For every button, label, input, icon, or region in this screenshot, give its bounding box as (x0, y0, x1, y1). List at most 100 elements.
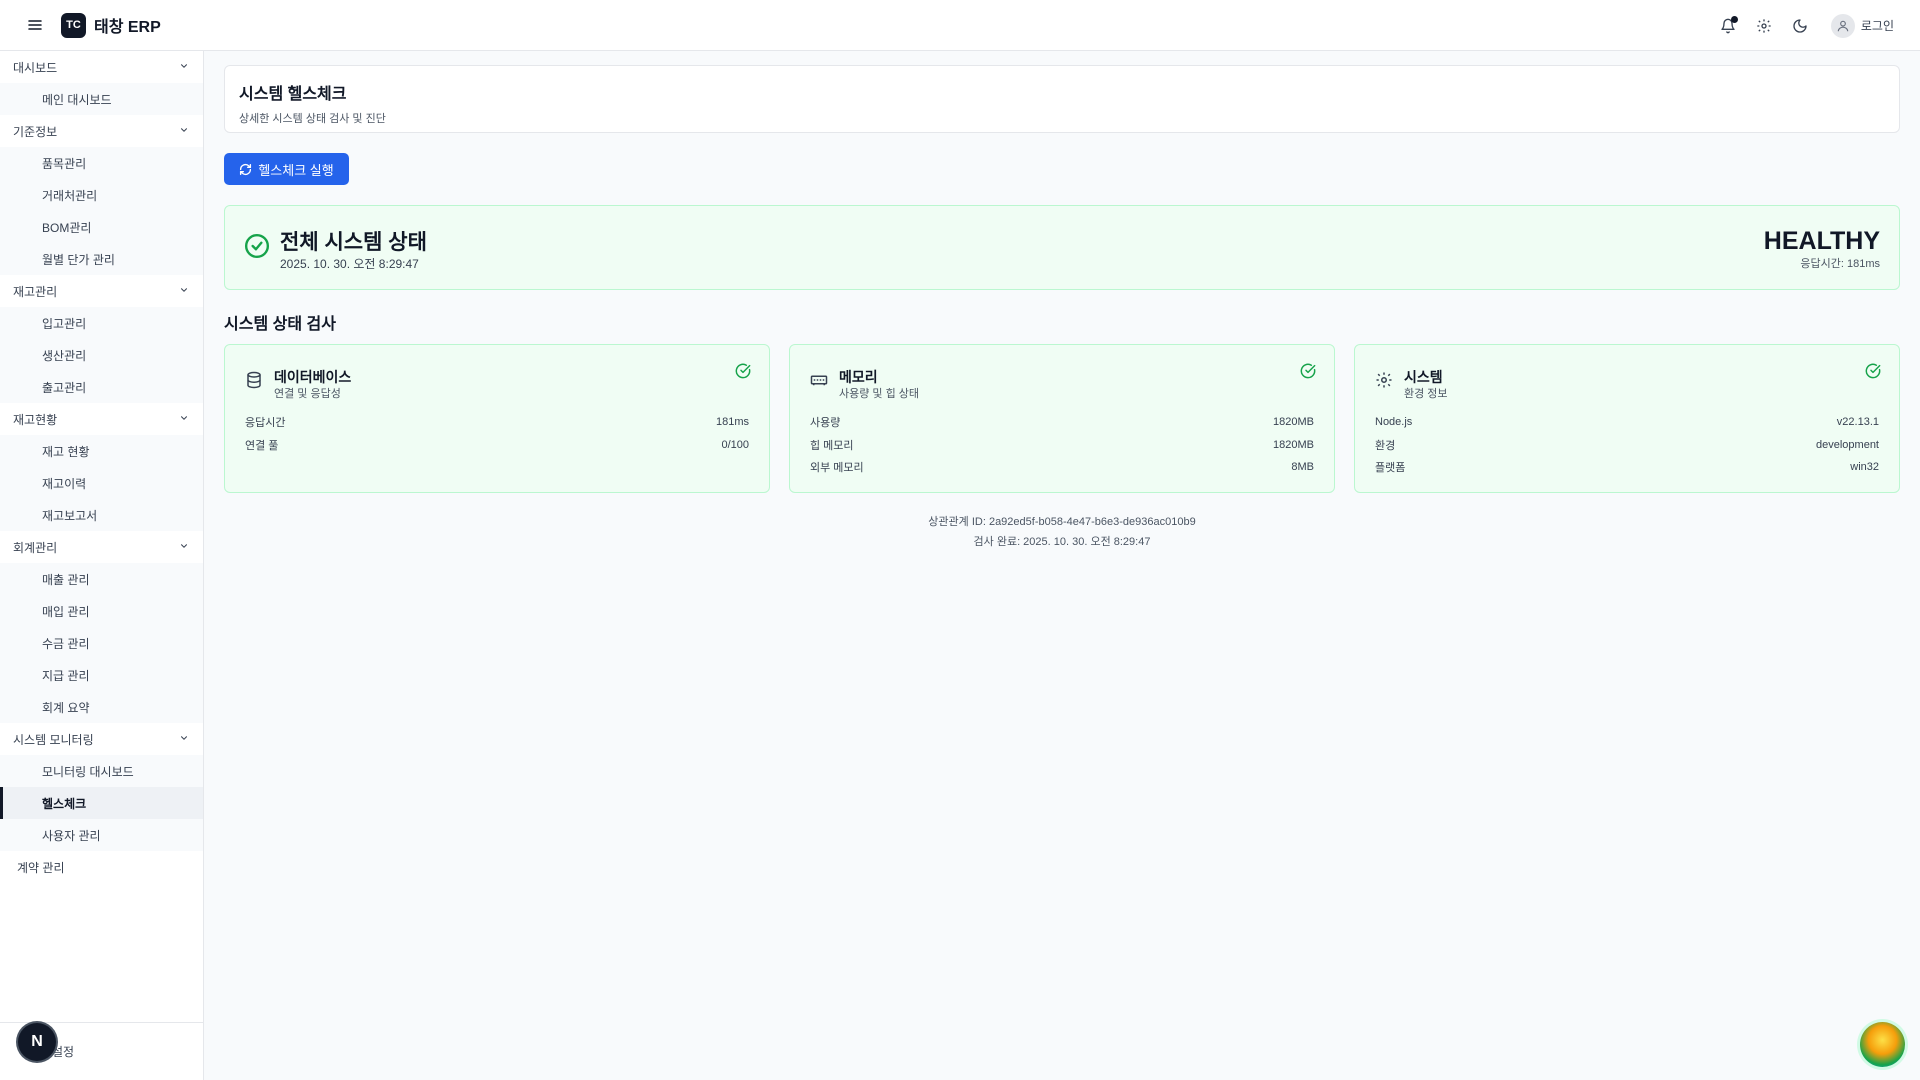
sidebar-section: 재고관리입고관리 생산관리 출고관리 (0, 275, 203, 403)
database-icon (245, 371, 263, 394)
run-healthcheck-label: 헬스체크 실행 (258, 162, 334, 178)
sidebar-section-label: 시스템 모니터링 (13, 732, 94, 747)
row-value: win32 (1850, 461, 1879, 474)
sidebar-item[interactable]: 헬스체크 (0, 787, 203, 819)
sidebar-item[interactable]: 입고관리 (0, 307, 203, 339)
sidebar-section-label: 회계관리 (13, 540, 58, 555)
sidebar-item[interactable]: 재고이력 (0, 467, 203, 499)
top-header: TC 태창 ERP 로그인 (0, 0, 1920, 51)
row-value: v22.13.1 (1836, 416, 1879, 429)
sidebar-item[interactable]: 거래처관리 (0, 179, 203, 211)
memory-card: 메모리 사용량 및 힙 상태 사용량 1820MB 힙 메모리 1820MB 외부 … (789, 344, 1335, 493)
section-title: 시스템 상태 검사 (224, 316, 336, 333)
nextjs-dev-badge[interactable]: N (18, 1023, 56, 1061)
menu-icon[interactable] (21, 11, 49, 39)
sidebar-item[interactable]: BOM관리 (0, 211, 203, 243)
chevron-down-icon (179, 412, 189, 426)
chevron-down-icon (179, 124, 189, 138)
chevron-down-icon (179, 540, 189, 554)
sidebar-section: 대시보드메인 대시보드 (0, 51, 203, 115)
sidebar-item[interactable]: 품목관리 (0, 147, 203, 179)
row-value: development (1816, 438, 1879, 451)
sidebar-section-label: 재고현황 (13, 412, 58, 427)
bell-icon[interactable] (1717, 15, 1739, 37)
sidebar-section-header[interactable]: 대시보드 (0, 51, 203, 83)
sidebar-item[interactable]: 모니터링 대시보드 (0, 755, 203, 787)
card-name: 메모리 (839, 369, 878, 385)
row-value: 0/100 (721, 438, 749, 451)
page-title: 시스템 헬스체크 (239, 86, 347, 103)
card-name: 시스템 (1404, 369, 1443, 385)
check-circle-icon (735, 363, 751, 384)
sidebar-item[interactable]: 수금 관리 (0, 627, 203, 659)
user-icon (1830, 13, 1855, 38)
sidebar-item[interactable]: 지급 관리 (0, 659, 203, 691)
sidebar-section-header[interactable]: 재고현황 (0, 403, 203, 435)
page-header: 시스템 헬스체크 상세한 시스템 상태 검사 및 진단 (224, 65, 1900, 133)
app-title: 태창 ERP (94, 19, 161, 36)
row-label: 플랫폼 (1375, 462, 1406, 475)
row-label: 연결 풀 (245, 439, 279, 452)
sidebar-item[interactable]: 출고관리 (0, 371, 203, 403)
check-circle-icon (244, 233, 270, 264)
card-row: 외부 메모리 8MB (810, 456, 1314, 479)
sidebar-item[interactable]: 생산관리 (0, 339, 203, 371)
row-label: 사용량 (810, 417, 841, 430)
overall-response-time: 응답시간: 181ms (1800, 258, 1880, 270)
run-healthcheck-button[interactable]: 헬스체크 실행 (224, 153, 349, 185)
sidebar-section: 시스템 모니터링모니터링 대시보드 헬스체크 사용자 관리 (0, 723, 203, 851)
login-button[interactable]: 로그인 (1830, 13, 1894, 38)
row-value: 8MB (1291, 461, 1314, 474)
refresh-icon (240, 163, 252, 175)
card-row: 플랫폼 win32 (1375, 456, 1879, 479)
card-row: 힙 메모리 1820MB (810, 434, 1314, 457)
sidebar-section-header[interactable]: 기준정보 (0, 115, 203, 147)
card-row: Node.js v22.13.1 (1375, 411, 1879, 434)
sidebar-section-label: 기준정보 (13, 124, 58, 139)
row-label: 응답시간 (245, 417, 286, 430)
sidebar-item[interactable]: 매입 관리 (0, 595, 203, 627)
card-row: 연결 풀 0/100 (245, 434, 749, 457)
sidebar-section-header[interactable]: 회계관리 (0, 531, 203, 563)
sidebar-section-header[interactable]: 재고관리 (0, 275, 203, 307)
settings-icon[interactable] (1753, 15, 1775, 37)
sidebar-section-label: 대시보드 (13, 60, 58, 75)
gear-icon (1375, 371, 1393, 394)
logo-badge: TC (61, 12, 86, 38)
sidebar-section-label: 재고관리 (13, 284, 58, 299)
sidebar-item[interactable]: 사용자 관리 (0, 819, 203, 851)
card-description: 사용량 및 힙 상태 (839, 388, 920, 400)
sidebar-item[interactable]: 회계 요약 (0, 691, 203, 723)
card-description: 환경 정보 (1404, 388, 1448, 400)
correlation-id: 상관관계 ID: 2a92ed5f-b058-4e47-b6e3-de936ac… (928, 516, 1196, 528)
chevron-down-icon (179, 284, 189, 298)
sidebar-item[interactable]: 메인 대시보드 (0, 83, 203, 115)
notification-dot (1730, 15, 1738, 23)
card-description: 연결 및 응답성 (274, 388, 341, 400)
page-subtitle: 상세한 시스템 상태 검사 및 진단 (239, 113, 386, 125)
sidebar-item[interactable]: 월별 단가 관리 (0, 243, 203, 275)
sidebar-item-contract[interactable]: 계약 관리 (0, 851, 203, 883)
row-label: 환경 (1375, 439, 1396, 452)
sidebar-item[interactable]: 매출 관리 (0, 563, 203, 595)
sidebar-item[interactable]: 재고 현황 (0, 435, 203, 467)
database-card: 데이터베이스 연결 및 응답성 응답시간 181ms 연결 풀 0/100 (224, 344, 770, 493)
moon-icon[interactable] (1789, 15, 1811, 37)
chevron-down-icon (179, 60, 189, 74)
sidebar-section-header[interactable]: 시스템 모니터링 (0, 723, 203, 755)
login-label: 로그인 (1860, 19, 1894, 33)
row-value: 1820MB (1273, 416, 1314, 429)
row-label: 외부 메모리 (810, 462, 864, 475)
app-logo[interactable]: TC 태창 ERP (61, 12, 161, 38)
sidebar-section: 회계관리매출 관리 매입 관리 수금 관리 지급 관리 회계 요약 (0, 531, 203, 723)
sidebar-item[interactable]: 재고보고서 (0, 499, 203, 531)
card-name: 데이터베이스 (274, 369, 352, 385)
overall-timestamp: 2025. 10. 30. 오전 8:29:47 (280, 257, 419, 271)
row-label: Node.js (1375, 416, 1413, 429)
row-value: 181ms (715, 416, 749, 429)
check-cards: 데이터베이스 연결 및 응답성 응답시간 181ms 연결 풀 0/100 메모리 … (224, 344, 1900, 493)
floating-assistant-button[interactable] (1860, 1022, 1905, 1067)
chevron-down-icon (179, 732, 189, 746)
overall-status-card: 전체 시스템 상태 2025. 10. 30. 오전 8:29:47 HEALT… (224, 205, 1900, 290)
sidebar-section: 기준정보품목관리 거래처관리 BOM관리 월별 단가 관리 (0, 115, 203, 275)
